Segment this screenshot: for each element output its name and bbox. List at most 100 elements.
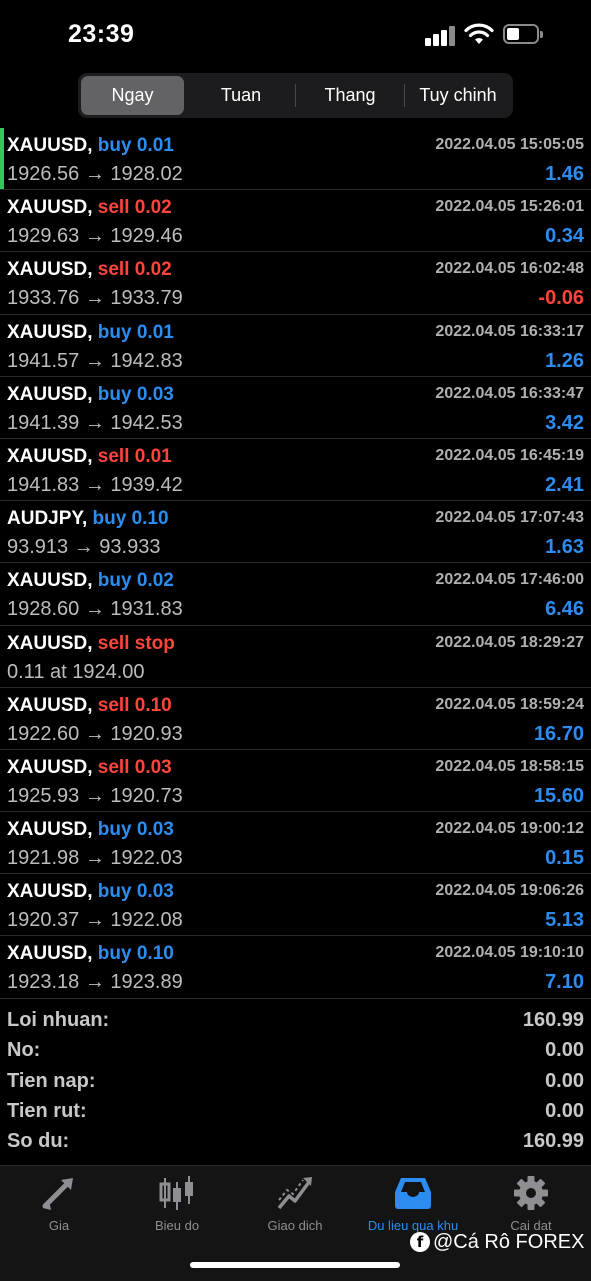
- deal-prices: 1941.57 → 1942.83: [7, 349, 183, 372]
- deal-row[interactable]: XAUUSD, buy 0.10 2022.04.05 19:10:10 1923.…: [0, 936, 591, 999]
- deal-profit: 16.70: [533, 722, 584, 745]
- summary-value: 0.00: [545, 1069, 584, 1092]
- deal-row[interactable]: XAUUSD, buy 0.03 2022.04.05 19:00:12 1921.…: [0, 812, 591, 875]
- deal-row[interactable]: XAUUSD, sell 0.02 2022.04.05 15:26:01 1929…: [0, 190, 591, 253]
- deal-side-volume: sell 0.02: [97, 197, 172, 219]
- deal-time: 2022.04.05 19:00:12: [435, 820, 584, 838]
- summary-row: Loi nhuan: 160.99: [0, 1006, 591, 1036]
- deal-symbol: XAUUSD,: [7, 819, 93, 841]
- status-bar: 23:39: [0, 0, 591, 70]
- deal-symbol: XAUUSD,: [7, 259, 93, 281]
- deal-profit: 0.15: [545, 847, 584, 870]
- tab-tuy-chinh[interactable]: Tuy chinh: [406, 76, 510, 115]
- deal-symbol-line: XAUUSD, sell 0.01: [7, 446, 172, 468]
- period-segmented-control: Ngay Tuan Thang Tuy chinh: [78, 73, 513, 118]
- deal-row[interactable]: XAUUSD, sell 0.01 2022.04.05 16:45:19 1941…: [0, 439, 591, 502]
- battery-icon: [503, 24, 543, 44]
- deal-row[interactable]: XAUUSD, buy 0.02 2022.04.05 17:46:00 1928.…: [0, 563, 591, 626]
- deal-row[interactable]: XAUUSD, sell 0.03 2022.04.05 18:58:15 1925…: [0, 750, 591, 813]
- deal-time: 2022.04.05 17:07:43: [435, 509, 584, 527]
- watermark: f @Cá Rô FOREX: [410, 1229, 584, 1255]
- candlestick-chart-icon: [159, 1176, 193, 1210]
- deal-row[interactable]: AUDJPY, buy 0.10 2022.04.05 17:07:43 93.91…: [0, 501, 591, 564]
- summary-row: So du: 160.99: [0, 1127, 591, 1157]
- nav-bieu-do-label: Bieu do: [154, 1218, 200, 1233]
- history-tray-icon: [395, 1178, 431, 1209]
- summary-label: Tien nap:: [7, 1069, 96, 1092]
- deal-symbol: XAUUSD,: [7, 135, 93, 156]
- deal-row[interactable]: XAUUSD, buy 0.03 2022.04.05 19:06:26 1920.…: [0, 874, 591, 937]
- deal-symbol-line: XAUUSD, buy 0.02: [7, 570, 174, 592]
- summary-label: So du:: [7, 1130, 70, 1153]
- deal-symbol: XAUUSD,: [7, 943, 93, 965]
- home-indicator: [190, 1262, 400, 1268]
- deal-side-volume: buy 0.03: [97, 881, 174, 903]
- summary-label: Loi nhuan:: [7, 1009, 110, 1031]
- deal-row[interactable]: XAUUSD, sell stop 2022.04.05 18:29:27 0.11…: [0, 626, 591, 688]
- summary-row: Tien nap: 0.00: [0, 1067, 591, 1097]
- nav-du-lieu-qua-khu[interactable]: Du lieu qua khu: [354, 1174, 472, 1233]
- summary-value: 160.99: [522, 1130, 584, 1153]
- deal-row[interactable]: XAUUSD, buy 0.03 2022.04.05 16:33:47 1941.…: [0, 377, 591, 439]
- deal-profit: 1.46: [545, 163, 584, 185]
- summary-value: 160.99: [522, 1009, 584, 1031]
- deal-symbol: XAUUSD,: [7, 197, 93, 219]
- deal-symbol: XAUUSD,: [7, 881, 93, 903]
- summary-row: No: 0.00: [0, 1036, 591, 1066]
- deal-prices: 1941.83 → 1939.42: [7, 473, 183, 496]
- deal-prices: 1941.39 → 1942.53: [7, 411, 183, 434]
- deal-prices: 1920.37 → 1922.08: [7, 909, 183, 932]
- deal-time: 2022.04.05 16:33:47: [435, 384, 584, 402]
- deal-profit: 3.42: [545, 411, 584, 434]
- tab-thang[interactable]: Thang: [298, 76, 402, 115]
- deal-symbol: AUDJPY,: [7, 508, 88, 530]
- summary-label: No:: [7, 1039, 41, 1062]
- deal-time: 2022.04.05 16:45:19: [435, 446, 584, 464]
- deal-profit: 2.41: [545, 473, 584, 496]
- deal-profit: 1.63: [545, 536, 584, 559]
- deal-symbol-line: XAUUSD, buy 0.03: [7, 384, 174, 406]
- deal-row[interactable]: XAUUSD, sell 0.10 2022.04.05 18:59:24 1922…: [0, 688, 591, 750]
- deal-side-volume: buy 0.10: [92, 508, 169, 530]
- deal-time: 2022.04.05 15:26:01: [435, 198, 584, 216]
- deal-profit: 0.34: [545, 225, 584, 248]
- status-time: 23:39: [68, 20, 135, 48]
- nav-giao-dich[interactable]: Giao dich: [236, 1174, 354, 1233]
- deal-symbol-line: XAUUSD, sell 0.02: [7, 259, 172, 281]
- deal-time: 2022.04.05 15:05:05: [435, 136, 584, 153]
- nav-gia[interactable]: Gia: [0, 1174, 118, 1233]
- deal-profit: 1.26: [545, 349, 584, 372]
- deal-row[interactable]: XAUUSD, buy 0.01 2022.04.05 15:05:05 1926.…: [0, 128, 591, 191]
- tab-tuan[interactable]: Tuan: [190, 76, 292, 115]
- deal-prices: 1928.60 → 1931.83: [7, 598, 183, 621]
- deal-time: 2022.04.05 18:58:15: [435, 757, 584, 775]
- deal-symbol: XAUUSD,: [7, 321, 93, 343]
- deal-prices: 1922.60 → 1920.93: [7, 722, 183, 745]
- segment-divider: [295, 84, 296, 107]
- deal-profit: 5.13: [545, 909, 584, 932]
- deal-profit: 15.60: [533, 784, 584, 807]
- deal-symbol: XAUUSD,: [7, 570, 93, 592]
- deal-time: 2022.04.05 18:59:24: [435, 695, 584, 713]
- nav-cai-dat[interactable]: Cai dat: [472, 1174, 590, 1233]
- deal-symbol-line: XAUUSD, buy 0.03: [7, 819, 174, 841]
- summary-row: Tien rut: 0.00: [0, 1097, 591, 1127]
- quotes-arrows-icon: [42, 1178, 73, 1210]
- deal-symbol-line: XAUUSD, buy 0.03: [7, 881, 174, 903]
- deal-row[interactable]: XAUUSD, buy 0.01 2022.04.05 16:33:17 1941.…: [0, 315, 591, 377]
- facebook-logo-icon: f: [410, 1232, 430, 1252]
- deal-prices: 1933.76 → 1933.79: [7, 287, 183, 310]
- deal-side-volume: buy 0.03: [97, 383, 174, 405]
- deal-time: 2022.04.05 19:06:26: [435, 882, 584, 900]
- deal-side-volume: sell 0.10: [97, 694, 172, 716]
- deal-row[interactable]: XAUUSD, sell 0.02 2022.04.05 16:02:48 1933…: [0, 252, 591, 315]
- deal-profit: 6.46: [545, 598, 584, 621]
- deal-profit: 7.10: [545, 971, 584, 994]
- tab-ngay[interactable]: Ngay: [81, 76, 184, 115]
- nav-bieu-do[interactable]: Bieu do: [118, 1174, 236, 1233]
- trade-line-icon: [277, 1177, 312, 1210]
- deal-symbol-line: XAUUSD, buy 0.01: [7, 322, 174, 344]
- gear-icon: [514, 1176, 548, 1210]
- wifi-icon: [464, 23, 494, 44]
- deal-symbol: XAUUSD,: [7, 445, 93, 467]
